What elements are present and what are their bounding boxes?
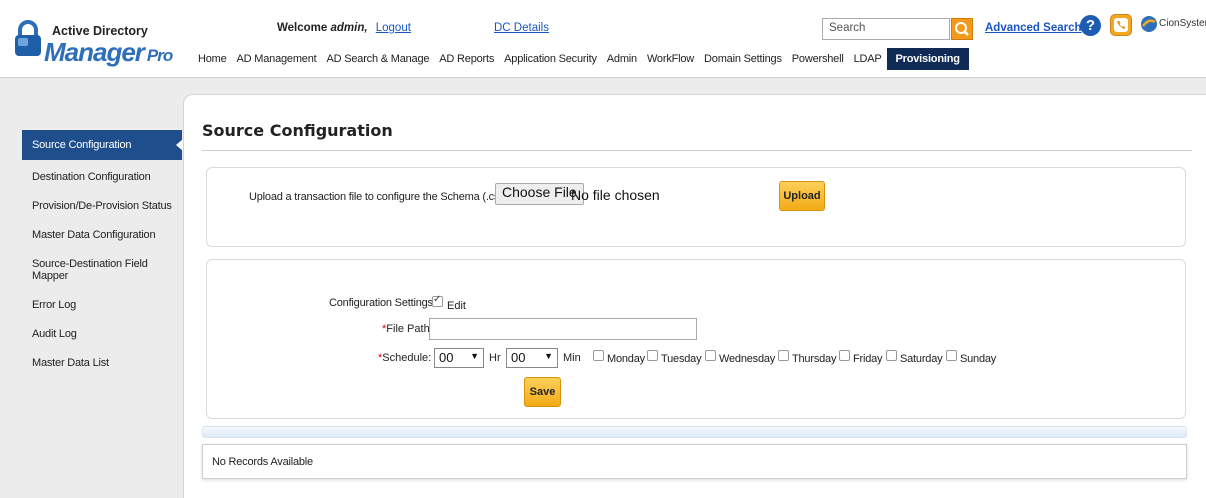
- nav-domain-settings[interactable]: Domain Settings: [699, 49, 787, 69]
- grid-header-strip: [202, 426, 1187, 438]
- nav-ad-search-manage[interactable]: AD Search & Manage: [322, 49, 435, 69]
- search-button[interactable]: [951, 18, 973, 40]
- sidebar-item-destination-configuration[interactable]: Destination Configuration: [22, 171, 182, 183]
- nav-admin[interactable]: Admin: [602, 49, 642, 69]
- hour-select[interactable]: 00 ▼: [434, 348, 484, 368]
- sidebar-item-master-data-configuration[interactable]: Master Data Configuration: [22, 229, 182, 241]
- phone-icon: [1114, 18, 1128, 32]
- advanced-search-link[interactable]: Advanced Search: [985, 22, 1082, 34]
- help-icon[interactable]: ?: [1080, 15, 1101, 36]
- search-input[interactable]: Search: [822, 18, 950, 40]
- sidebar-item-field-mapper[interactable]: Source-Destination Field Mapper: [22, 258, 152, 282]
- edit-label: Edit: [447, 300, 466, 312]
- phone-support-icon[interactable]: [1110, 14, 1132, 36]
- monday-checkbox[interactable]: [593, 350, 604, 361]
- dropdown-caret-icon: ▼: [544, 351, 553, 361]
- configuration-settings-label: Configuration Settings:: [329, 297, 436, 309]
- tuesday-label: Tuesday: [661, 353, 702, 365]
- sunday-checkbox[interactable]: [946, 350, 957, 361]
- wednesday-checkbox[interactable]: [705, 350, 716, 361]
- friday-checkbox[interactable]: [839, 350, 850, 361]
- schedule-label: *Schedule:: [378, 352, 432, 364]
- dropdown-caret-icon: ▼: [470, 351, 479, 361]
- dc-details-link[interactable]: DC Details: [494, 22, 549, 34]
- configuration-section: Configuration Settings: Edit *File Path:…: [206, 259, 1186, 419]
- lock-logo-icon: [15, 20, 41, 56]
- page-title: Source Configuration: [202, 121, 393, 140]
- sidebar-item-error-log[interactable]: Error Log: [22, 299, 182, 311]
- monday-label: Monday: [607, 353, 645, 365]
- welcome-text: Welcome admin, Logout: [277, 22, 411, 34]
- main-panel: Source Configuration Upload a transactio…: [183, 94, 1206, 498]
- minute-select[interactable]: 00 ▼: [506, 348, 558, 368]
- thursday-label: Thursday: [792, 353, 837, 365]
- hour-unit-label: Hr: [489, 352, 501, 364]
- app-logo[interactable]: Active Directory Manager Pro: [12, 16, 182, 67]
- thursday-checkbox[interactable]: [778, 350, 789, 361]
- upload-section: Upload a transaction file to configure t…: [206, 167, 1186, 247]
- file-path-label: *File Path:: [382, 323, 433, 335]
- sidebar-item-master-data-list[interactable]: Master Data List: [22, 357, 182, 369]
- nav-ldap[interactable]: LDAP: [849, 49, 887, 69]
- title-divider: [202, 150, 1192, 151]
- nav-provisioning[interactable]: Provisioning: [886, 47, 969, 70]
- edit-checkbox[interactable]: [432, 294, 443, 307]
- logo-title: Active Directory: [52, 24, 148, 38]
- logout-link[interactable]: Logout: [376, 22, 411, 34]
- upload-button[interactable]: Upload: [779, 181, 825, 211]
- saturday-label: Saturday: [900, 353, 943, 365]
- wednesday-label: Wednesday: [719, 353, 776, 365]
- nav-application-security[interactable]: Application Security: [499, 49, 602, 69]
- logo-product: Manager Pro: [44, 37, 173, 67]
- brand-name: CionSystems: [1159, 18, 1206, 29]
- records-grid: No Records Available: [202, 444, 1187, 479]
- nav-ad-reports[interactable]: AD Reports: [434, 49, 499, 69]
- file-path-input[interactable]: [429, 318, 697, 340]
- sidebar-item-audit-log[interactable]: Audit Log: [22, 328, 182, 340]
- cionsystems-logo-icon[interactable]: [1140, 15, 1158, 33]
- upload-label: Upload a transaction file to configure t…: [249, 191, 511, 203]
- nav-ad-management[interactable]: AD Management: [232, 49, 322, 69]
- nav-powershell[interactable]: Powershell: [787, 49, 849, 69]
- nav-workflow[interactable]: WorkFlow: [642, 49, 699, 69]
- main-nav: Home AD Management AD Search & Manage AD…: [193, 47, 969, 70]
- sidebar-item-source-configuration[interactable]: Source Configuration: [22, 130, 183, 160]
- nav-home[interactable]: Home: [193, 49, 232, 69]
- username: admin,: [330, 22, 368, 34]
- tuesday-checkbox[interactable]: [647, 350, 658, 361]
- no-records-message: No Records Available: [212, 456, 313, 468]
- sunday-label: Sunday: [960, 353, 997, 365]
- search-icon: [955, 22, 969, 36]
- saturday-checkbox[interactable]: [886, 350, 897, 361]
- friday-label: Friday: [853, 353, 883, 365]
- minute-unit-label: Min: [563, 352, 581, 364]
- app-header: Active Directory Manager Pro Welcome admi…: [0, 0, 1206, 78]
- sidebar: Source Configuration Destination Configu…: [22, 130, 183, 369]
- save-button[interactable]: Save: [524, 377, 561, 407]
- sidebar-item-provision-status[interactable]: Provision/De-Provision Status: [22, 200, 182, 212]
- no-file-status: No file chosen: [571, 187, 660, 203]
